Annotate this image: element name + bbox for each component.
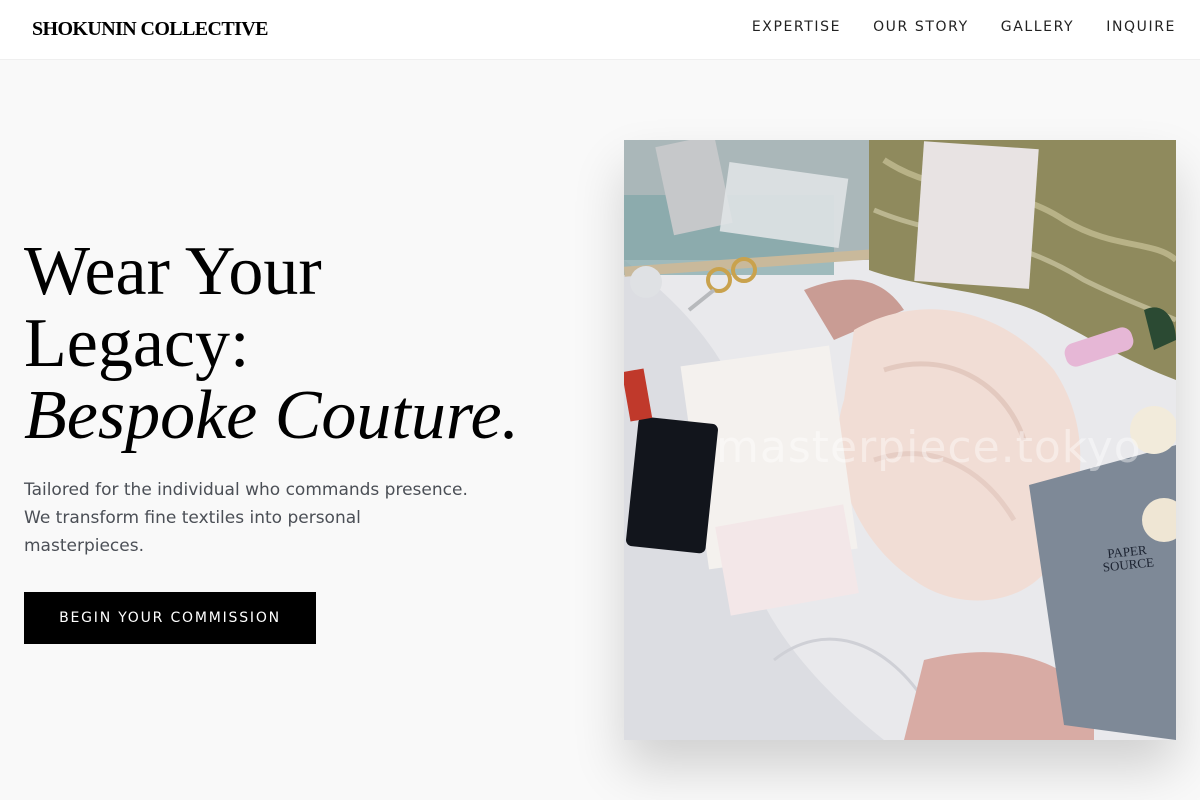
- photo-watermark: masterpiece.tokyo: [716, 422, 1142, 473]
- nav-link-gallery[interactable]: GALLERY: [1001, 19, 1074, 35]
- tagline-line: masterpieces.: [24, 536, 144, 556]
- tagline-line: We transform fine textiles into personal: [24, 508, 361, 528]
- headline-emphasis: Bespoke Couture.: [24, 377, 520, 454]
- nav-link-expertise[interactable]: EXPERTISE: [752, 19, 841, 35]
- tagline-line: Tailored for the individual who commands…: [24, 480, 468, 500]
- bag-print: PAPER SOURCE: [1101, 542, 1155, 575]
- brand-logo[interactable]: SHOKUNIN COLLECTIVE: [32, 18, 268, 41]
- begin-commission-button[interactable]: BEGIN YOUR COMMISSION: [24, 592, 316, 644]
- nav-link-inquire[interactable]: INQUIRE: [1106, 19, 1176, 35]
- hero-photo: masterpiece.tokyo PAPER SOURCE: [624, 140, 1176, 740]
- hero-headline: Wear Your Legacy: Bespoke Couture.: [24, 236, 519, 452]
- nav-link-our-story[interactable]: OUR STORY: [873, 19, 969, 35]
- main-nav: EXPERTISE OUR STORY GALLERY INQUIRE: [752, 19, 1176, 35]
- headline-line: Wear Your: [24, 233, 322, 310]
- site-header: SHOKUNIN COLLECTIVE EXPERTISE OUR STORY …: [0, 0, 1200, 60]
- hero-tagline: Tailored for the individual who commands…: [24, 476, 494, 560]
- headline-line: Legacy:: [24, 305, 250, 382]
